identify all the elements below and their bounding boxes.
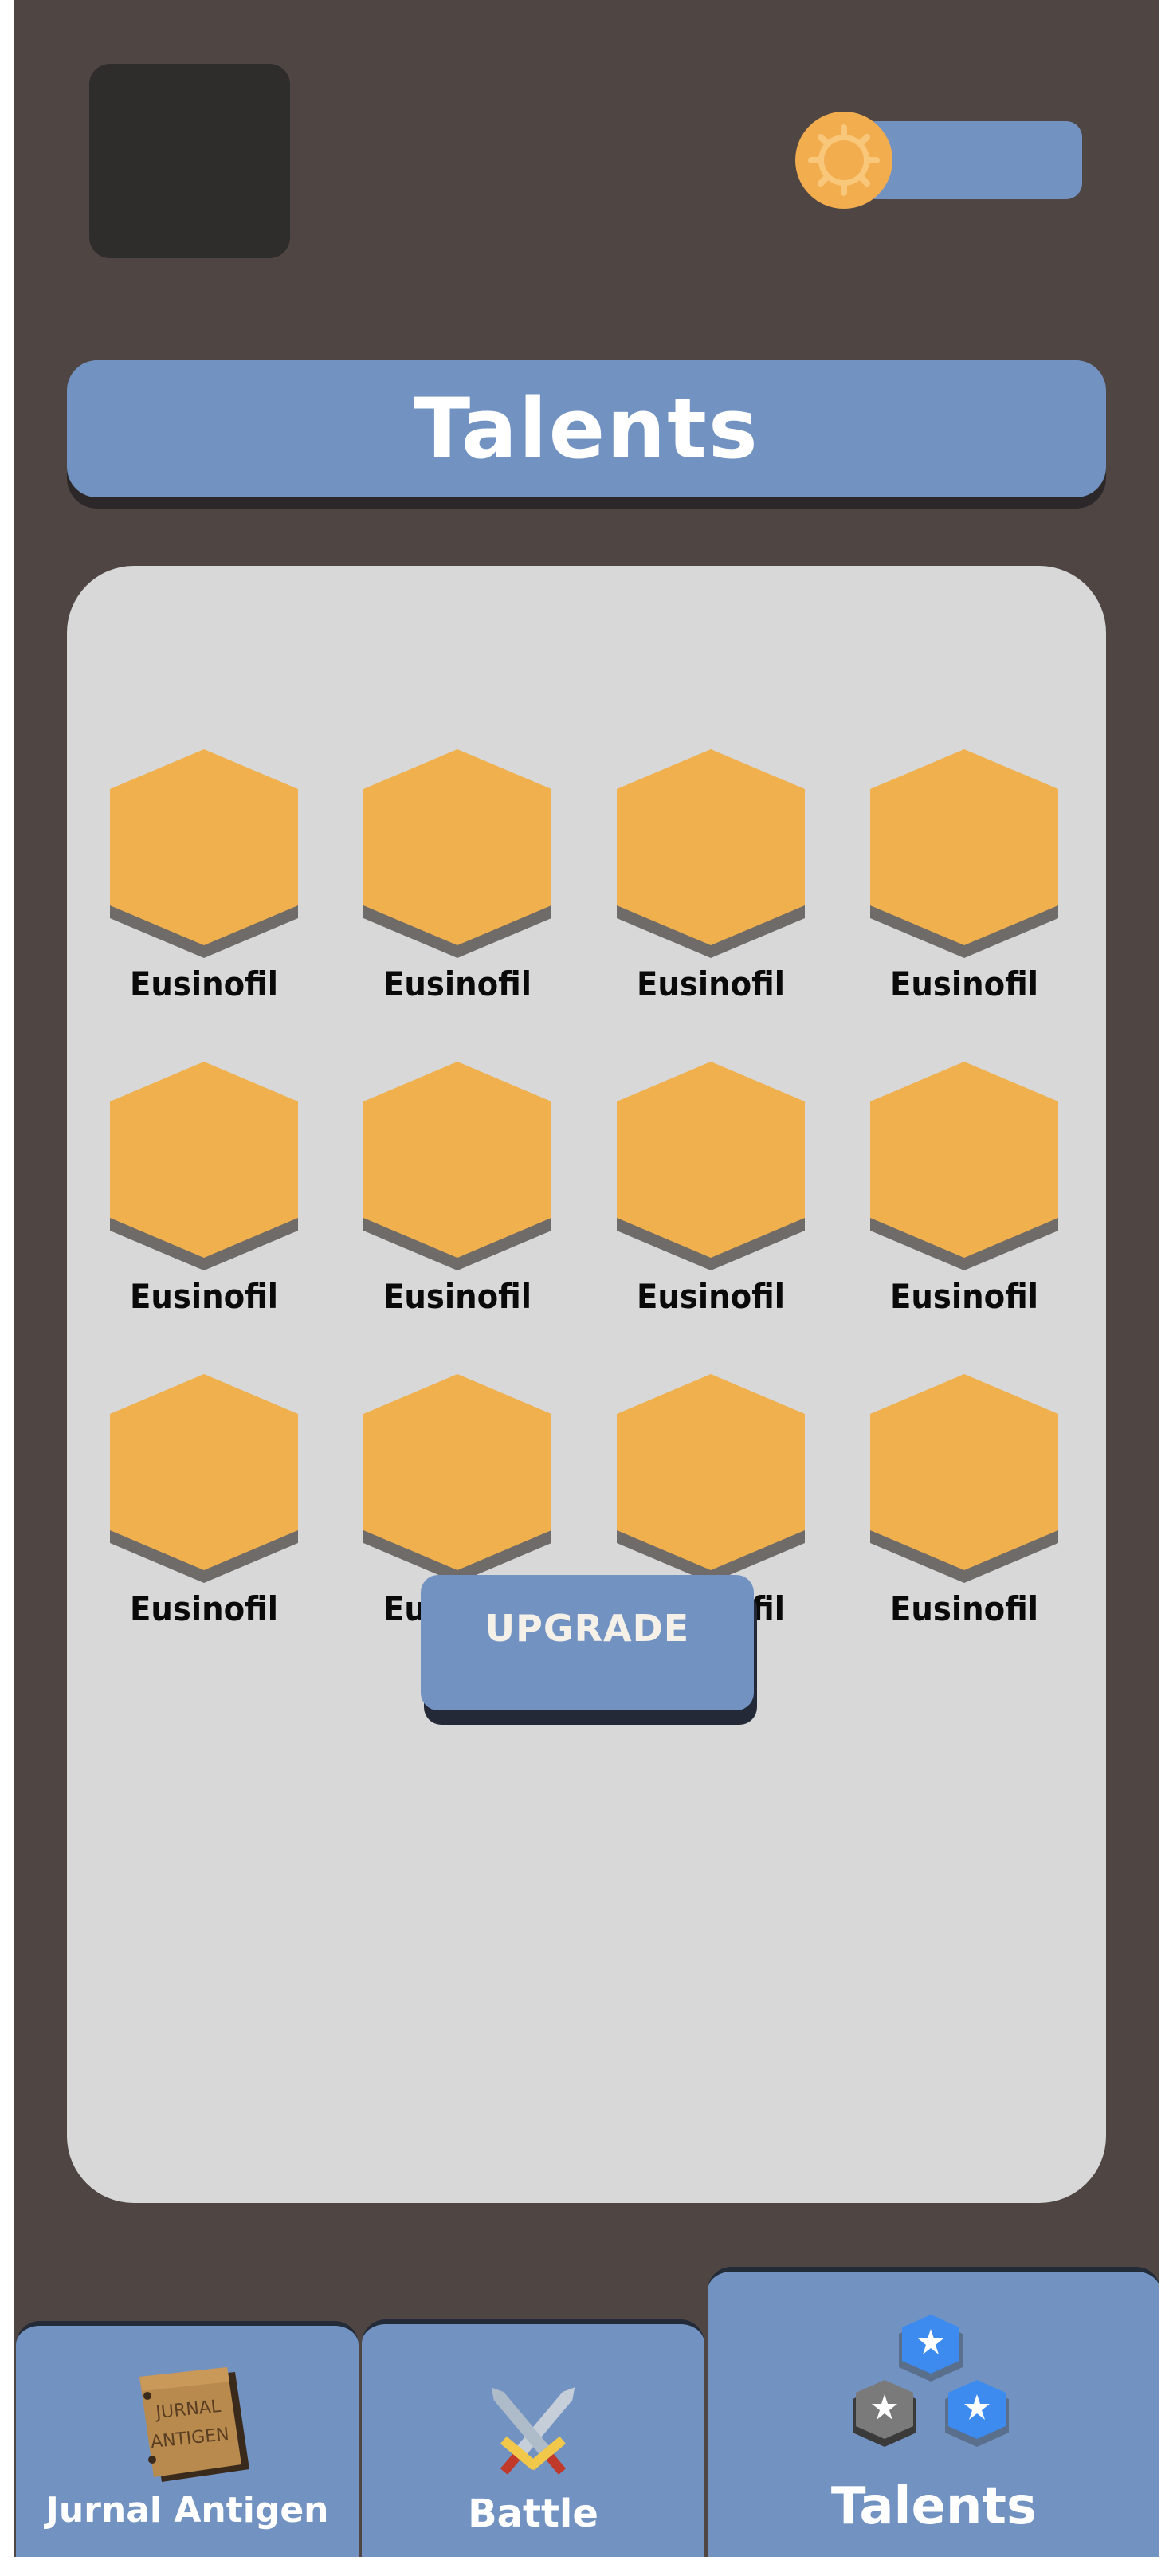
talent-label: Eusinofil <box>382 1277 532 1316</box>
tab-jurnal-antigen[interactable]: JURNAL ANTIGEN Jurnal Antigen <box>16 2321 359 2557</box>
talent-label: Eusinofil <box>129 964 279 1003</box>
talent-label: Eusinofil <box>129 1589 279 1628</box>
page-title-banner: Talents <box>67 360 1106 497</box>
talent-hex-icon <box>110 1062 298 1270</box>
talent-node[interactable]: Eusinofil <box>869 1374 1060 1629</box>
crossed-swords-icon <box>491 2387 575 2475</box>
upgrade-button-label: UPGRADE <box>484 1607 690 1650</box>
page-title: Talents <box>414 380 759 477</box>
talent-node[interactable]: Eusinofil <box>108 1062 300 1317</box>
talent-hex-icon <box>363 1062 551 1270</box>
tab-battle[interactable]: Battle <box>362 2319 704 2557</box>
talent-node[interactable]: Eusinofil <box>108 749 300 1004</box>
talent-hex-icon <box>870 1374 1058 1583</box>
tab-label-battle: Battle <box>468 2492 598 2536</box>
upgrade-button[interactable]: UPGRADE <box>421 1575 754 1710</box>
avatar[interactable] <box>89 64 290 258</box>
talent-hex-icon <box>363 749 551 958</box>
talent-hexes-icon <box>853 2315 1009 2447</box>
talent-label: Eusinofil <box>129 1277 279 1316</box>
talent-label: Eusinofil <box>889 1277 1039 1316</box>
talent-hex-icon <box>110 1374 298 1583</box>
talent-node[interactable]: Eusinofil <box>362 749 553 1004</box>
talent-node[interactable]: Eusinofil <box>869 1062 1060 1317</box>
talent-hex-icon <box>363 1374 551 1583</box>
talent-hex-icon <box>870 749 1058 958</box>
talent-label: Eusinofil <box>636 964 786 1003</box>
talent-label: Eusinofil <box>889 964 1039 1003</box>
talent-node[interactable]: Eusinofil <box>362 1062 553 1317</box>
talent-hex-icon <box>870 1062 1058 1270</box>
talent-hex-icon <box>110 749 298 958</box>
talent-hex-icon <box>617 1374 805 1583</box>
talents-panel: Eusinofil Eusinofil Eusinofil Eusinofil Eusi… <box>67 566 1106 2203</box>
coin-counter <box>859 121 1082 199</box>
tab-talents[interactable]: Talents <box>708 2267 1159 2557</box>
talent-label: Eusinofil <box>636 1277 786 1316</box>
tab-label-jurnal-antigen: Jurnal Antigen <box>45 2490 329 2531</box>
talent-node[interactable]: Eusinofil <box>615 749 806 1004</box>
talent-hex-icon <box>617 1062 805 1270</box>
talent-node[interactable]: Eusinofil <box>869 749 1060 1004</box>
talent-node[interactable]: Eusinofil <box>615 1062 806 1317</box>
talent-label: Eusinofil <box>889 1589 1039 1628</box>
book-icon: JURNAL ANTIGEN <box>139 2367 249 2482</box>
tab-label-talents: Talents <box>830 2477 1038 2536</box>
talent-node[interactable]: Eusinofil <box>108 1374 300 1629</box>
gear-coin-icon <box>795 112 892 209</box>
game-screen: Talents Eusinofil Eusinofil Eusinofil Eusin… <box>14 0 1159 2557</box>
talent-hex-icon <box>617 749 805 958</box>
talent-label: Eusinofil <box>382 964 532 1003</box>
